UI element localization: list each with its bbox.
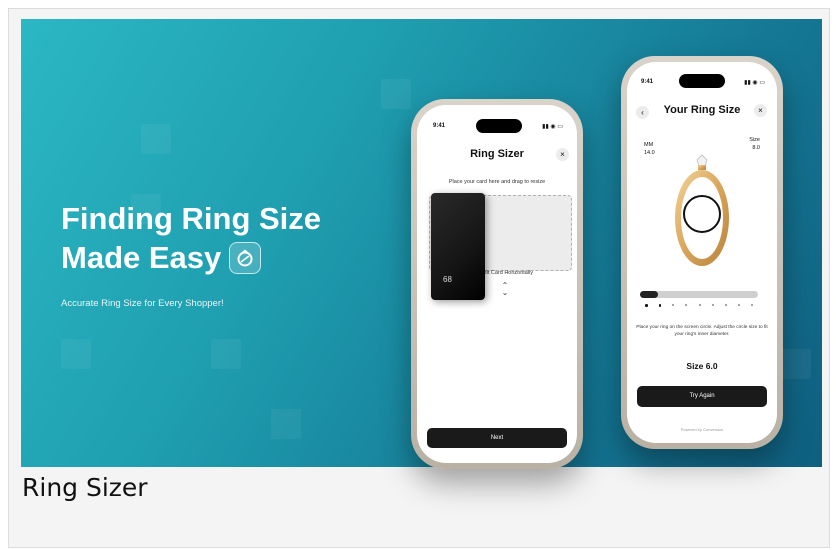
next-button[interactable]: Next bbox=[427, 428, 567, 448]
hero-subheadline: Accurate Ring Size for Every Shopper! bbox=[61, 298, 224, 309]
mm-label: MM bbox=[644, 142, 654, 148]
dynamic-island bbox=[679, 74, 725, 88]
screen-title: Ring Sizer bbox=[470, 148, 524, 160]
size-slider[interactable] bbox=[640, 291, 758, 298]
phone-ring-result: 9:41 ▮▮ ◉ ▭ ‹ Your Ring Size × MM 14.0 S… bbox=[621, 56, 783, 449]
bg-tile bbox=[381, 79, 411, 109]
dynamic-island bbox=[476, 119, 522, 133]
credit-card-image[interactable]: 68 bbox=[431, 193, 485, 300]
size-value: 8.0 bbox=[752, 145, 760, 151]
resize-handle-icon[interactable]: ⌃ ⌄ bbox=[499, 282, 511, 297]
card-placement-hint: Place your card here and drag to resize bbox=[448, 179, 546, 185]
bg-tile bbox=[61, 339, 91, 369]
headline-line-2: Made Easy bbox=[61, 240, 222, 275]
ring-badge-icon bbox=[229, 241, 262, 274]
tick bbox=[685, 304, 688, 306]
phone-screen: 9:41 ▮▮ ◉ ▭ ‹ Your Ring Size × MM 14.0 S… bbox=[627, 62, 777, 443]
bg-tile bbox=[271, 409, 301, 439]
status-time: 9:41 bbox=[433, 123, 446, 129]
instructions: Place your ring on the screen circle. Ad… bbox=[636, 325, 768, 337]
size-readout: Size 8.0 bbox=[749, 136, 760, 152]
tick bbox=[751, 304, 753, 306]
bg-tile bbox=[211, 339, 241, 369]
card-number: 68 bbox=[443, 275, 452, 284]
close-icon[interactable]: × bbox=[556, 148, 569, 161]
tick bbox=[711, 304, 714, 306]
ring-illustration bbox=[671, 154, 733, 279]
status-icons: ▮▮ ◉ ▭ bbox=[542, 124, 563, 130]
size-label: Size bbox=[749, 137, 760, 143]
status-time: 9:41 bbox=[641, 79, 654, 85]
try-again-button[interactable]: Try Again bbox=[637, 386, 767, 407]
powered-by: Powered by Conversion bbox=[680, 427, 724, 432]
card-title[interactable]: Ring Sizer bbox=[22, 473, 148, 502]
tick bbox=[724, 304, 727, 306]
slider-fill bbox=[640, 291, 658, 298]
slider-ticks bbox=[645, 304, 753, 307]
mm-readout: MM 14.0 bbox=[644, 141, 655, 157]
tick bbox=[645, 304, 648, 307]
ring-size-result: Size 6.0 bbox=[686, 361, 718, 371]
tick bbox=[737, 304, 740, 306]
bg-tile bbox=[781, 349, 811, 379]
hero-headline: Finding Ring Size Made Easy bbox=[61, 199, 321, 277]
tick bbox=[672, 304, 675, 306]
tick bbox=[658, 304, 662, 307]
bg-tile bbox=[141, 124, 171, 154]
tick bbox=[698, 304, 701, 306]
mm-value: 14.0 bbox=[644, 150, 655, 156]
close-icon[interactable]: × bbox=[754, 104, 767, 117]
status-icons: ▮▮ ◉ ▭ bbox=[744, 80, 765, 86]
headline-line-1: Finding Ring Size bbox=[61, 201, 322, 236]
